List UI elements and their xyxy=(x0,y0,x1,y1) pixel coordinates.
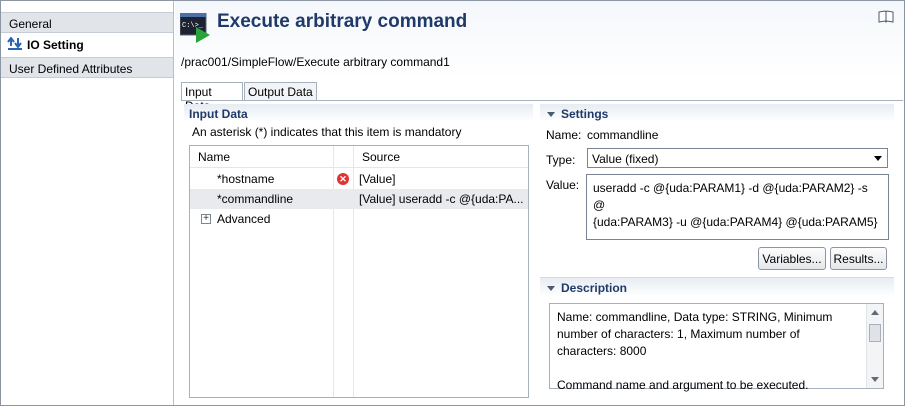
input-data-title: Input Data xyxy=(189,107,248,121)
value-line-1: useradd -c @{uda:PARAM1} -d @{uda:PARAM2… xyxy=(593,181,868,212)
type-label: Type: xyxy=(546,153,576,167)
value-label: Value: xyxy=(546,178,580,192)
row-name: *commandline xyxy=(217,192,294,206)
left-navigation: General IO Setting User Defined Attribut… xyxy=(1,1,174,405)
description-line: Command name and argument to be executed… xyxy=(557,378,809,392)
row-source: [Value] useradd -c @{uda:PA... xyxy=(359,192,524,206)
nav-item-io-setting[interactable]: IO Setting xyxy=(1,34,173,55)
settings-title: Settings xyxy=(561,107,609,121)
row-name: Advanced xyxy=(217,212,271,226)
nav-item-label: User Defined Attributes xyxy=(9,62,133,76)
input-data-table: Name Source *hostname ✕ [Value] *command… xyxy=(189,145,529,398)
scrollbar-thumb[interactable] xyxy=(869,324,881,342)
page-header: C:\>_ Execute arbitrary command /prac001… xyxy=(175,1,904,78)
nav-item-user-defined-attributes[interactable]: User Defined Attributes xyxy=(1,57,173,78)
io-arrows-icon xyxy=(7,37,22,50)
nav-item-label: General xyxy=(9,17,52,31)
collapse-arrow-icon[interactable] xyxy=(547,286,555,291)
row-name: *hostname xyxy=(217,172,275,186)
scroll-down-icon[interactable] xyxy=(871,377,879,382)
description-box: Name: commandline, Data type: STRING, Mi… xyxy=(549,303,884,392)
column-header-source[interactable]: Source xyxy=(353,146,528,168)
mandatory-note: An asterisk (*) indicates that this item… xyxy=(192,125,462,139)
tab-divider xyxy=(181,100,903,101)
nav-item-label: IO Setting xyxy=(27,38,84,52)
description-line: Name: commandline, Data type: STRING, Mi… xyxy=(557,310,833,324)
svg-text:C:\>_: C:\>_ xyxy=(182,22,204,30)
command-prompt-icon: C:\>_ xyxy=(180,13,210,43)
error-icon: ✕ xyxy=(337,173,349,185)
results-button[interactable]: Results... xyxy=(830,247,887,270)
expand-plus-icon[interactable]: + xyxy=(201,214,211,224)
type-select[interactable]: Value (fixed) xyxy=(587,148,888,168)
nav-item-general[interactable]: General xyxy=(1,12,173,33)
column-header-name[interactable]: Name xyxy=(190,146,333,168)
table-row-commandline[interactable]: *commandline [Value] useradd -c @{uda:PA… xyxy=(190,189,528,209)
tab-output-data[interactable]: Output Data xyxy=(244,82,317,101)
value-line-2: {uda:PARAM3} -u @{uda:PARAM4} @{uda:PARA… xyxy=(593,215,878,229)
tab-input-data[interactable]: Input Data xyxy=(181,82,243,113)
row-source: [Value] xyxy=(359,172,396,186)
help-book-icon[interactable] xyxy=(878,10,894,23)
table-row-hostname[interactable]: *hostname ✕ [Value] xyxy=(190,169,528,189)
value-textarea[interactable]: useradd -c @{uda:PARAM1} -d @{uda:PARAM2… xyxy=(586,174,889,240)
description-line: characters: 8000 xyxy=(557,344,647,358)
collapse-arrow-icon[interactable] xyxy=(547,112,555,117)
description-scrollbar[interactable] xyxy=(866,304,883,388)
page-title: Execute arbitrary command xyxy=(217,11,468,32)
description-line: number of characters: 1, Maximum number … xyxy=(557,327,800,341)
name-value: commandline xyxy=(587,128,659,142)
column-header-status[interactable] xyxy=(333,146,353,168)
breadcrumb-path: /prac001/SimpleFlow/Execute arbitrary co… xyxy=(181,55,450,69)
scroll-up-icon[interactable] xyxy=(871,310,879,315)
table-row-advanced[interactable]: + Advanced xyxy=(190,209,528,229)
type-selected-value: Value (fixed) xyxy=(592,152,659,166)
name-label: Name: xyxy=(546,128,582,142)
description-title: Description xyxy=(561,281,628,295)
description-text: Name: commandline, Data type: STRING, Mi… xyxy=(557,309,862,394)
dropdown-arrow-icon xyxy=(874,156,882,161)
variables-button[interactable]: Variables... xyxy=(758,247,826,270)
